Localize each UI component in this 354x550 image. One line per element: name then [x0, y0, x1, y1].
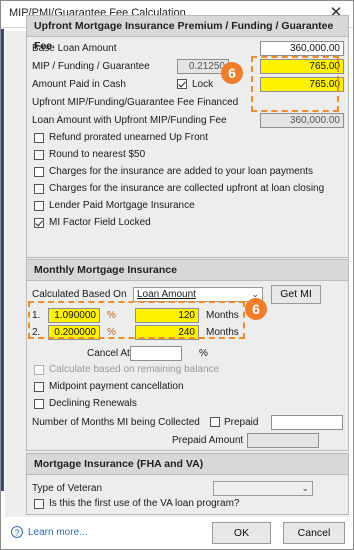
cancel-at-pct: %	[199, 348, 208, 359]
added-payments-label: Charges for the insurance are added to y…	[49, 166, 314, 177]
prepaid-label: Prepaid	[224, 417, 259, 428]
base-loan-field[interactable]: 360,000.00	[260, 41, 344, 56]
midpoint-label: Midpoint payment cancellation	[49, 381, 184, 392]
collected-upfront-checkbox[interactable]	[34, 184, 44, 194]
mip-dialog: MIP/PMI/Guarantee Fee Calculation ✕ Upfr…	[0, 0, 354, 550]
months-collected-field[interactable]	[271, 415, 343, 430]
get-mi-button[interactable]: Get MI	[271, 285, 321, 304]
round-label: Round to nearest $50	[49, 149, 146, 160]
midpoint-checkbox[interactable]	[34, 382, 44, 392]
prepaid-amount-label: Prepaid Amount	[172, 435, 244, 446]
refund-label: Refund prorated unearned Up Front	[49, 132, 208, 143]
first-use-label: Is this the first use of the VA loan pro…	[49, 498, 240, 509]
remaining-balance-label: Calculate based on remaining balance	[49, 364, 220, 375]
financed-label: Upfront MIP/Funding/Guarantee Fee Financ…	[32, 97, 239, 108]
added-payments-checkbox[interactable]	[34, 167, 44, 177]
round-checkbox[interactable]	[34, 150, 44, 160]
veteran-chevron-down-icon: ⌄	[301, 483, 309, 493]
cancel-at-label: Cancel At	[87, 348, 130, 359]
veteran-select[interactable]: ⌄	[213, 481, 313, 496]
loan-with-fee-label: Loan Amount with Upfront MIP/Funding Fee	[32, 115, 227, 126]
prepaid-checkbox[interactable]	[210, 417, 220, 427]
refund-checkbox[interactable]	[34, 133, 44, 143]
mi-factor-checkbox[interactable]	[34, 218, 44, 228]
highlight-box-monthly	[28, 301, 245, 339]
fha-va-header: Mortgage Insurance (FHA and VA)	[27, 454, 348, 475]
lock-label: Lock	[192, 79, 214, 90]
lock-checkbox[interactable]	[177, 79, 187, 89]
monthly-header: Monthly Mortgage Insurance	[27, 260, 348, 281]
lender-paid-label: Lender Paid Mortgage Insurance	[49, 200, 195, 211]
ok-button[interactable]: OK	[212, 522, 271, 544]
calc-based-label: Calculated Based On	[32, 289, 127, 300]
monthly-section: Monthly Mortgage Insurance Calculated Ba…	[26, 259, 349, 451]
upfront-header: Upfront Mortgage Insurance Premium / Fun…	[27, 16, 348, 52]
months-collected-label: Number of Months MI being Collected	[32, 417, 200, 428]
learn-more-link[interactable]: Learn more...	[28, 527, 87, 538]
step-badge-1: 6	[221, 62, 243, 84]
background-window-edge	[1, 29, 4, 491]
loan-with-fee-field[interactable]: 360,000.00	[260, 113, 344, 128]
paid-cash-label: Amount Paid in Cash	[32, 79, 126, 90]
highlight-box-upfront	[251, 56, 339, 112]
fha-va-section: Mortgage Insurance (FHA and VA) Type of …	[26, 453, 349, 515]
mip-label: MIP / Funding / Guarantee	[32, 61, 150, 72]
upfront-section: Upfront Mortgage Insurance Premium / Fun…	[26, 15, 349, 258]
step-badge-2: 6	[245, 298, 267, 320]
calc-based-value: Loan Amount	[137, 289, 196, 300]
lender-paid-checkbox[interactable]	[34, 201, 44, 211]
base-loan-label: Base Loan Amount	[32, 43, 117, 54]
cancel-at-field[interactable]	[130, 346, 182, 361]
declining-label: Declining Renewals	[49, 398, 137, 409]
cancel-button[interactable]: Cancel	[283, 522, 345, 544]
veteran-label: Type of Veteran	[32, 483, 103, 494]
dialog-footer: ? Learn more... OK Cancel	[1, 517, 353, 549]
calc-based-select[interactable]: Loan Amount ⌄	[133, 287, 263, 302]
collected-upfront-label: Charges for the insurance are collected …	[49, 183, 325, 194]
mi-factor-label: MI Factor Field Locked	[49, 217, 151, 228]
declining-checkbox[interactable]	[34, 399, 44, 409]
first-use-checkbox[interactable]	[34, 499, 44, 509]
remaining-balance-checkbox[interactable]	[34, 365, 44, 375]
help-icon[interactable]: ?	[11, 526, 23, 538]
prepaid-amount-field[interactable]	[247, 433, 319, 448]
